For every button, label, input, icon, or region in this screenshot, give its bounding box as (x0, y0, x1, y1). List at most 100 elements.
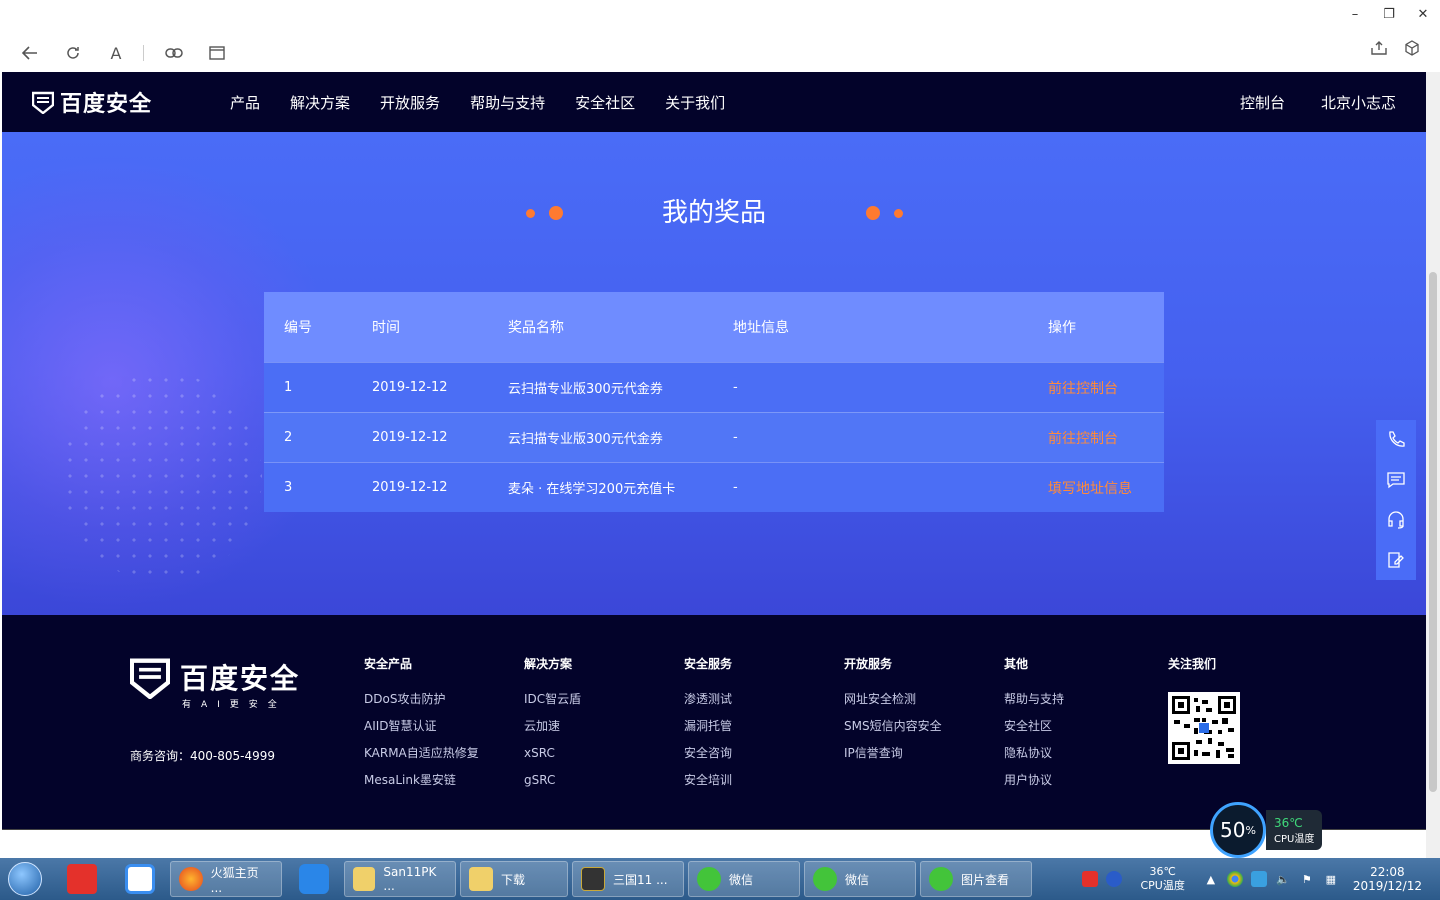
footer-link[interactable]: MesaLink墨安链 (364, 773, 479, 788)
cpu-percent-unit: % (1245, 823, 1256, 837)
footer-link[interactable]: IP信誉查询 (844, 746, 942, 761)
nav-item-help[interactable]: 帮助与支持 (470, 92, 545, 113)
start-button[interactable] (0, 858, 50, 900)
footer-link[interactable]: 网址安全检测 (844, 692, 942, 707)
task-wechat-1[interactable]: 微信 (688, 861, 800, 897)
shield-logo-icon (32, 91, 54, 114)
footer-link[interactable]: AIID智慧认证 (364, 719, 479, 734)
goto-console-link[interactable]: 前往控制台 (1048, 428, 1164, 448)
footer-column-title: 解决方案 (524, 657, 573, 671)
goto-console-link[interactable]: 前往控制台 (1048, 378, 1164, 398)
folder-icon (353, 867, 376, 891)
reload-button[interactable] (60, 40, 86, 66)
extensions-button[interactable] (1404, 40, 1420, 60)
nav-item-solutions[interactable]: 解决方案 (290, 92, 350, 113)
deco-dot (866, 206, 880, 220)
footer-column: 其他 帮助与支持 安全社区 隐私协议 用户协议 (1004, 655, 1064, 800)
fill-address-link[interactable]: 填写地址信息 (1048, 478, 1164, 498)
cpu-percent: 50 (1220, 818, 1246, 842)
footer-link[interactable]: 安全培训 (684, 773, 732, 788)
footer-link[interactable]: 云加速 (524, 719, 581, 734)
task-folder-downloads[interactable]: 下载 (460, 861, 568, 897)
page-scrollbar[interactable] (1426, 72, 1440, 858)
task-san11[interactable]: 三国11 ... (572, 861, 684, 897)
minimize-button[interactable]: – (1338, 0, 1372, 28)
headset-icon (1388, 511, 1404, 529)
window-button[interactable] (204, 40, 230, 66)
chrome-icon[interactable] (1226, 871, 1243, 887)
footer-column-title: 安全服务 (684, 657, 733, 671)
phone-button[interactable] (1376, 420, 1416, 460)
nav-item-products[interactable]: 产品 (230, 92, 260, 113)
security-shield-icon[interactable] (1250, 871, 1267, 887)
tray-cpu-temp[interactable]: 36℃ CPU温度 (1140, 865, 1184, 893)
link-button[interactable] (161, 40, 187, 66)
network-icon[interactable]: ▦ (1323, 871, 1339, 887)
footer-link[interactable]: 隐私协议 (1004, 746, 1064, 761)
footer-link[interactable]: 安全咨询 (684, 746, 732, 761)
task-label: 图片查看 (961, 872, 1010, 887)
task-image-viewer[interactable]: 图片查看 (920, 861, 1032, 897)
volume-icon[interactable]: 🔈 (1275, 871, 1291, 887)
footer-link[interactable]: KARMA自适应热修复 (364, 746, 479, 761)
back-button[interactable] (17, 40, 43, 66)
footer-link[interactable]: 漏洞托管 (684, 719, 732, 734)
footer-link[interactable]: DDoS攻击防护 (364, 692, 479, 707)
footer-link[interactable]: 安全社区 (1004, 719, 1064, 734)
col-header-prize: 奖品名称 (508, 320, 564, 336)
footer-logo: 百度安全 有AI更安全 (130, 655, 300, 710)
youdao-app[interactable] (56, 861, 108, 897)
footer-link[interactable]: 用户协议 (1004, 773, 1064, 788)
top-navigation: 百度安全 产品 解决方案 开放服务 帮助与支持 安全社区 关于我们 控制台 北京… (2, 72, 1426, 132)
clock-date: 2019/12/12 (1352, 879, 1422, 893)
task-folder-san11pk[interactable]: San11PK ... (344, 861, 456, 897)
feedback-button[interactable] (1376, 540, 1416, 580)
support-button[interactable] (1376, 500, 1416, 540)
shield-logo-icon (130, 658, 170, 699)
cell-date: 2019-12-12 (372, 380, 448, 395)
baidu-netdisk-app[interactable] (114, 861, 166, 897)
footer-column: 解决方案 IDC智云盾 云加速 xSRC gSRC (524, 655, 581, 800)
wechat-qr-code (1168, 692, 1240, 764)
footer-column-title: 其他 (1004, 657, 1029, 671)
col-header-id: 编号 (284, 320, 312, 336)
footer-link[interactable]: xSRC (524, 746, 581, 761)
console-link[interactable]: 控制台 (1240, 92, 1285, 113)
help-icon[interactable] (1106, 871, 1123, 887)
footer-link[interactable]: IDC智云盾 (524, 692, 581, 707)
user-name[interactable]: 北京小志忑 (1321, 92, 1396, 113)
scrollbar-thumb[interactable] (1429, 272, 1437, 792)
footer-link[interactable]: 渗透测试 (684, 692, 732, 707)
share-button[interactable] (1370, 40, 1388, 60)
edit-icon (1388, 552, 1404, 568)
task-firefox[interactable]: 火狐主页 ... (170, 861, 282, 897)
footer-link[interactable]: 帮助与支持 (1004, 692, 1064, 707)
cloud-app[interactable] (288, 861, 340, 897)
task-label: 微信 (729, 872, 754, 887)
message-button[interactable] (1376, 460, 1416, 500)
footer-link[interactable]: gSRC (524, 773, 581, 788)
footer-slogan: 有AI更安全 (182, 700, 287, 710)
task-wechat-2[interactable]: 微信 (804, 861, 916, 897)
title-decoration-right (866, 206, 903, 220)
nav-item-community[interactable]: 安全社区 (575, 92, 635, 113)
restore-button[interactable]: ❐ (1372, 0, 1406, 28)
share-icon (1371, 41, 1387, 55)
cpu-widget[interactable]: 50% 36℃ CPU温度 (1210, 802, 1323, 858)
window-icon (209, 46, 225, 60)
site-logo[interactable]: 百度安全 (32, 86, 152, 118)
footer-link[interactable]: SMS短信内容安全 (844, 719, 942, 734)
nav-item-open-services[interactable]: 开放服务 (380, 92, 440, 113)
cell-date: 2019-12-12 (372, 430, 448, 445)
input-method-icon[interactable] (1082, 871, 1099, 887)
cell-id: 3 (284, 480, 293, 495)
nav-item-about[interactable]: 关于我们 (665, 92, 725, 113)
windows-logo-icon (8, 862, 42, 896)
close-button[interactable]: ✕ (1406, 0, 1440, 28)
system-clock[interactable]: 22:08 2019/12/12 (1353, 865, 1422, 893)
flag-icon[interactable]: ⚑ (1299, 871, 1315, 887)
footer-column-title: 安全产品 (364, 657, 413, 671)
show-hidden-icons-button[interactable]: ▲ (1203, 871, 1219, 887)
reader-mode-button[interactable]: A (103, 40, 129, 66)
logo-text: 百度安全 (60, 92, 153, 117)
